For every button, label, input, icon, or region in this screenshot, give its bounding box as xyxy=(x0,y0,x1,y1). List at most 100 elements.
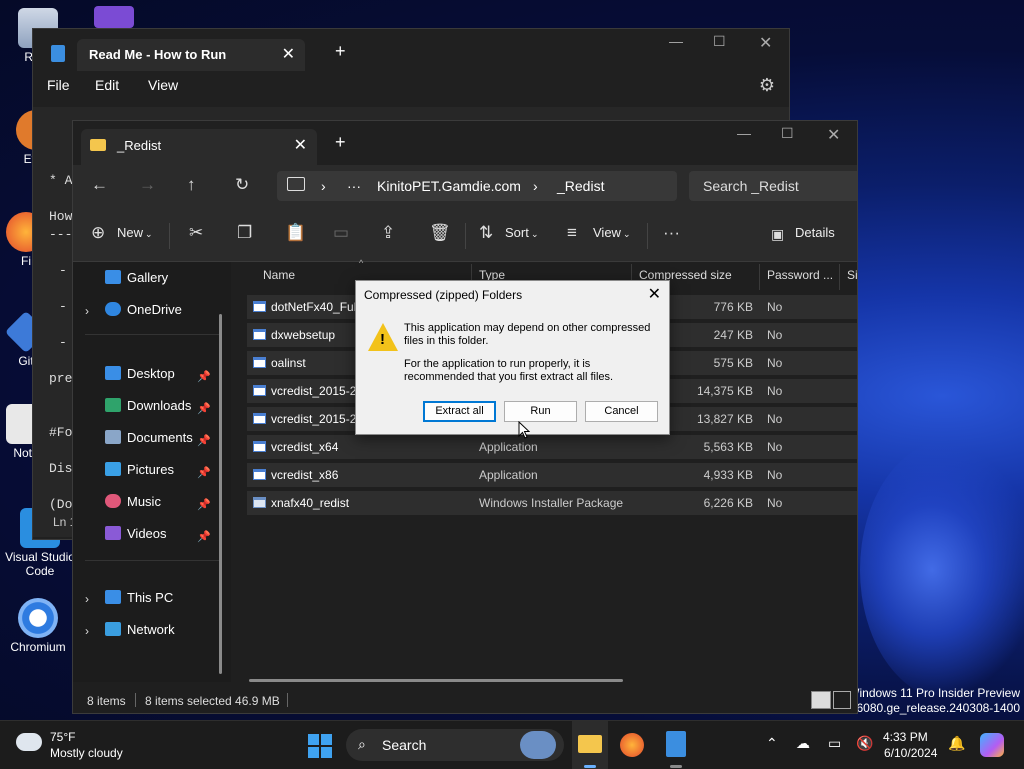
file-name: dotNetFx40_Full xyxy=(271,300,360,314)
menu-file[interactable]: File xyxy=(47,77,70,93)
column-header-name[interactable]: Name xyxy=(263,268,295,282)
close-tab-icon[interactable]: ✕ xyxy=(282,44,295,64)
table-row[interactable]: xnafx40_redist Windows Installer Package… xyxy=(247,491,857,515)
chevron-up-icon[interactable]: ⌃ xyxy=(766,735,778,752)
nav-item-onedrive[interactable]: OneDrive xyxy=(105,302,182,317)
table-row[interactable]: vcredist_x86 Application 4,933 KB No xyxy=(247,463,857,487)
start-icon[interactable] xyxy=(308,734,332,758)
taskbar-search[interactable]: ⌕ Search xyxy=(346,729,564,761)
pin-icon[interactable]: 📌 xyxy=(197,530,211,543)
run-button[interactable]: Run xyxy=(504,401,577,422)
visual-studio-icon[interactable] xyxy=(94,6,134,28)
horizontal-scrollbar[interactable] xyxy=(249,679,623,682)
chevron-down-icon[interactable]: ⌄ xyxy=(145,229,153,240)
details-button[interactable]: Details xyxy=(795,225,835,240)
column-header-size[interactable]: Si xyxy=(847,268,858,282)
new-button[interactable]: New xyxy=(117,225,143,240)
maximize-icon[interactable]: ☐ xyxy=(781,125,794,142)
address-bar[interactable]: › ··· KinitoPET.Gamdie.com › _Redist xyxy=(277,171,677,201)
nav-item-videos[interactable]: Videos xyxy=(105,526,167,541)
clock-time[interactable]: 4:33 PM xyxy=(883,730,928,744)
rename-icon[interactable]: ▭ xyxy=(333,223,349,243)
weather-description[interactable]: Mostly cloudy xyxy=(50,746,123,760)
table-row[interactable]: vcredist_x64 Application 5,563 KB No xyxy=(247,435,857,459)
sort-button[interactable]: Sort xyxy=(505,225,529,240)
minimize-icon[interactable]: — xyxy=(737,125,751,141)
cancel-button[interactable]: Cancel xyxy=(585,401,658,422)
up-icon[interactable]: ↑ xyxy=(187,175,196,195)
maximize-icon[interactable]: ☐ xyxy=(713,33,726,50)
nav-item-music[interactable]: Music xyxy=(105,494,161,509)
compressed-folders-dialog[interactable]: Compressed (zipped) Folders ✕ ! This app… xyxy=(355,280,670,435)
tiles-view-icon[interactable] xyxy=(833,691,851,709)
new-tab-icon[interactable]: + xyxy=(335,41,346,62)
firefox-icon[interactable] xyxy=(620,733,644,757)
chromium-icon xyxy=(18,598,58,638)
pin-icon[interactable]: 📌 xyxy=(197,466,211,479)
close-icon[interactable]: ✕ xyxy=(648,284,661,304)
details-view-icon[interactable] xyxy=(811,691,831,709)
chevron-down-icon[interactable]: ⌄ xyxy=(623,229,631,240)
paste-icon[interactable]: 📋 xyxy=(285,223,306,243)
nav-scrollbar[interactable] xyxy=(219,314,222,674)
explorer-tab[interactable]: _Redist ✕ xyxy=(81,129,317,165)
search-input[interactable]: Search _Redist xyxy=(689,171,857,201)
breadcrumb-overflow-icon[interactable]: ··· xyxy=(347,178,361,194)
sort-icon[interactable]: ⇅ xyxy=(479,223,493,243)
close-icon[interactable]: ✕ xyxy=(759,33,772,53)
view-button[interactable]: View xyxy=(593,225,621,240)
pin-icon[interactable]: 📌 xyxy=(197,370,211,383)
pin-icon[interactable]: 📌 xyxy=(197,402,211,415)
minimize-icon[interactable]: — xyxy=(669,33,683,49)
nav-item-documents[interactable]: Documents xyxy=(105,430,193,445)
share-icon[interactable]: ⇪ xyxy=(381,223,395,243)
close-tab-icon[interactable]: ✕ xyxy=(294,135,307,155)
more-options-icon[interactable]: ··· xyxy=(663,223,680,243)
copy-icon[interactable]: ❐ xyxy=(237,223,252,243)
refresh-icon[interactable]: ↻ xyxy=(235,175,249,195)
extract-all-button[interactable]: Extract all xyxy=(423,401,496,422)
desktop-icon-chromium[interactable]: Chromium xyxy=(2,598,74,654)
back-icon[interactable]: ← xyxy=(91,175,108,195)
clock-date[interactable]: 6/10/2024 xyxy=(884,746,937,760)
close-icon[interactable]: ✕ xyxy=(827,125,840,145)
network-disconnected-icon[interactable]: ☁ xyxy=(796,735,810,752)
gear-icon[interactable]: ⚙ xyxy=(759,75,775,96)
chevron-right-icon[interactable]: › xyxy=(85,304,89,318)
nav-item-network[interactable]: Network xyxy=(105,622,175,637)
taskbar-file-explorer[interactable] xyxy=(572,721,608,769)
application-icon xyxy=(253,413,266,424)
breadcrumb-item[interactable]: KinitoPET.Gamdie.com xyxy=(377,178,521,194)
pin-icon[interactable]: 📌 xyxy=(197,434,211,447)
copilot-icon[interactable] xyxy=(980,733,1004,757)
column-divider[interactable] xyxy=(759,264,760,290)
display-icon[interactable]: ▭ xyxy=(828,735,841,752)
notification-bell-icon[interactable]: 🔔 xyxy=(948,735,965,752)
delete-icon[interactable]: 🗑 xyxy=(429,223,451,243)
notepad-tab[interactable]: Read Me - How to Run ✕ xyxy=(77,39,305,71)
forward-icon[interactable]: → xyxy=(139,175,156,195)
chevron-right-icon[interactable]: › xyxy=(85,592,89,606)
chevron-right-icon[interactable]: › xyxy=(85,624,89,638)
column-divider[interactable] xyxy=(839,264,840,290)
breadcrumb-item[interactable]: _Redist xyxy=(557,178,604,194)
view-icon[interactable]: ≡ xyxy=(567,223,577,243)
nav-item-gallery[interactable]: Gallery xyxy=(105,270,168,285)
pin-icon[interactable]: 📌 xyxy=(197,498,211,511)
menu-edit[interactable]: Edit xyxy=(95,77,119,93)
nav-item-downloads[interactable]: Downloads xyxy=(105,398,191,413)
weather-temperature[interactable]: 75°F xyxy=(50,730,75,744)
column-header-password[interactable]: Password ... xyxy=(767,268,833,282)
volume-muted-icon[interactable]: 🔇 xyxy=(856,735,873,752)
cloud-icon[interactable] xyxy=(16,733,42,751)
chevron-down-icon[interactable]: ⌄ xyxy=(531,229,539,240)
menu-view[interactable]: View xyxy=(148,77,178,93)
new-tab-icon[interactable]: + xyxy=(335,132,346,153)
nav-item-desktop[interactable]: Desktop xyxy=(105,366,175,381)
plus-icon[interactable]: ⊕ xyxy=(91,223,105,243)
details-pane-icon[interactable]: ▣ xyxy=(771,226,784,243)
nav-item-this-pc[interactable]: This PC xyxy=(105,590,173,605)
notepad-icon[interactable] xyxy=(666,731,686,757)
nav-item-pictures[interactable]: Pictures xyxy=(105,462,174,477)
cut-icon[interactable]: ✂ xyxy=(189,223,203,243)
